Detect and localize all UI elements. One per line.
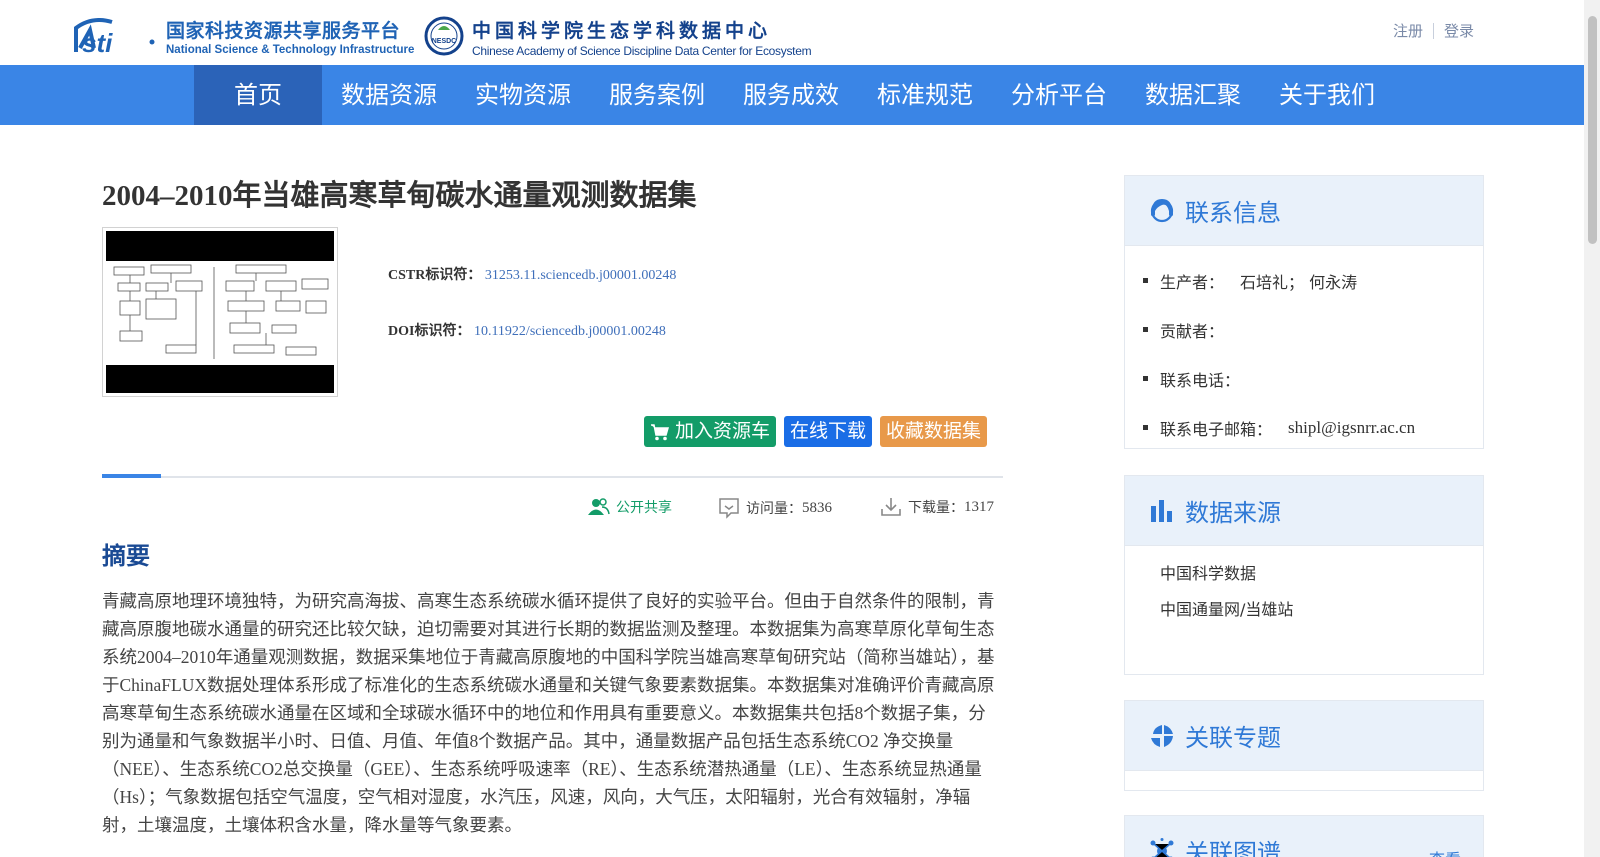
data-source-list: 中国科学数据 中国通量网/当雄站	[1125, 546, 1483, 628]
nsti-logo-mark-icon: sti	[74, 18, 155, 56]
open-share-status: 公开共享	[588, 497, 672, 517]
nsti-logo-subtitle: National Science & Technology Infrastruc…	[166, 44, 415, 56]
contributor-row: 贡献者：	[1143, 305, 1483, 354]
auth-divider	[1432, 22, 1434, 39]
email-row: 联系电子邮箱： shipl@igsnrr.ac.cn	[1143, 403, 1483, 452]
users-icon	[588, 498, 610, 515]
nsti-logo-title: 国家科技资源共享服务平台	[166, 20, 401, 42]
nav-item-service-results[interactable]: 服务成效	[724, 65, 858, 125]
abstract-text: 青藏高原地理环境独特，为研究高海拔、高寒生态系统碳水循环提供了良好的实验平台。但…	[102, 591, 995, 835]
dataset-thumbnail[interactable]	[102, 227, 338, 397]
online-download-button[interactable]: 在线下载	[784, 416, 873, 447]
bar-chart-icon	[1151, 499, 1172, 522]
add-to-cart-button[interactable]: 加入资源车	[644, 416, 777, 447]
topic-icon	[1151, 724, 1173, 747]
visit-count-value: 5836	[802, 499, 832, 516]
contact-info-header: 联系信息	[1125, 176, 1483, 246]
dataset-actions: 加入资源车 在线下载 收藏数据集	[644, 416, 988, 447]
download-count-value: 1317	[964, 498, 994, 515]
auth-links: 注册 登录	[1393, 20, 1474, 41]
nav-item-about-us[interactable]: 关于我们	[1260, 65, 1394, 125]
data-source-card: 数据来源 中国科学数据 中国通量网/当雄站	[1124, 475, 1484, 675]
scrollbar-thumb[interactable]	[1588, 16, 1597, 244]
email-value[interactable]: shipl@igsnrr.ac.cn	[1288, 418, 1415, 438]
data-source-item[interactable]: 中国通量网/当雄站	[1160, 592, 1483, 628]
login-link[interactable]: 登录	[1444, 20, 1474, 41]
nsti-logo[interactable]: sti 国家科技资源共享服务平台 National Science & Tech…	[72, 16, 415, 60]
nav-item-analysis-platform[interactable]: 分析平台	[992, 65, 1126, 125]
related-topic-title: 关联专题	[1185, 724, 1281, 752]
nav-item-physical-resources[interactable]: 实物资源	[456, 65, 590, 125]
knowledge-graph-card: 关联图谱 查看	[1124, 815, 1484, 857]
graph-network-icon	[1150, 837, 1174, 857]
related-topic-card: 关联专题	[1124, 700, 1484, 791]
nesdc-logo-title: 中国科学院生态学科数据中心	[472, 20, 772, 42]
producer-label: 生产者：	[1160, 272, 1225, 292]
cstr-label: CSTR标识符：	[388, 268, 482, 283]
cstr-identifier: CSTR标识符： 31253.11.sciencedb.j00001.00248	[388, 264, 676, 284]
phone-label: 联系电话：	[1160, 370, 1241, 390]
abstract-heading: 摘要	[102, 542, 150, 570]
add-to-cart-label: 加入资源车	[675, 420, 771, 442]
data-source-header: 数据来源	[1125, 476, 1483, 546]
email-label: 联系电子邮箱：	[1160, 419, 1273, 439]
nav-item-service-cases[interactable]: 服务案例	[590, 65, 724, 125]
nesdc-logo-subtitle: Chinese Academy of Science Discipline Da…	[472, 44, 812, 58]
customer-service-icon	[1150, 198, 1174, 222]
open-share-label: 公开共享	[616, 500, 672, 516]
cart-icon	[651, 423, 669, 440]
register-link[interactable]: 注册	[1393, 20, 1423, 41]
nesdc-logo[interactable]: NESDC 中国科学院生态学科数据中心 Chinese Academy of S…	[424, 14, 824, 60]
tab-underline	[102, 474, 1003, 478]
contact-info-card: 联系信息 生产者： 石培礼； 何永涛 贡献者： 联系电话： 联系电子邮箱： ship…	[1124, 175, 1484, 449]
doi-link[interactable]: 10.11922/sciencedb.j00001.00248	[474, 324, 666, 339]
download-icon	[881, 498, 901, 516]
producer-row: 生产者： 石培礼； 何永涛	[1143, 256, 1483, 305]
comment-icon	[719, 498, 739, 519]
view-graph-link[interactable]: 查看	[1429, 846, 1461, 857]
producer-value: 石培礼； 何永涛	[1240, 272, 1358, 292]
site-header: sti 国家科技资源共享服务平台 National Science & Tech…	[0, 0, 1584, 65]
nav-item-data-resources[interactable]: 数据资源	[322, 65, 456, 125]
active-tab-indicator	[102, 474, 161, 478]
knowledge-graph-header: 关联图谱 查看	[1125, 816, 1483, 857]
related-topic-header: 关联专题	[1125, 701, 1483, 771]
visit-count-label: 访问量：	[746, 501, 802, 517]
page-scrollbar[interactable]	[1584, 0, 1600, 857]
download-count: 下载量： 1317	[880, 497, 994, 517]
data-source-title: 数据来源	[1185, 499, 1281, 527]
flowchart-thumbnail-image	[106, 261, 334, 365]
knowledge-graph-title: 关联图谱	[1185, 839, 1281, 857]
nav-item-home[interactable]: 首页	[194, 65, 322, 125]
nav-item-standards[interactable]: 标准规范	[858, 65, 992, 125]
nesdc-seal-text: NESDC	[432, 38, 457, 45]
contact-info-title: 联系信息	[1185, 199, 1281, 227]
nav-item-data-aggregation[interactable]: 数据汇聚	[1126, 65, 1260, 125]
page-title: 2004–2010年当雄高寒草甸碳水通量观测数据集	[102, 180, 697, 212]
doi-identifier: DOI标识符： 10.11922/sciencedb.j00001.00248	[388, 320, 666, 340]
phone-row: 联系电话：	[1143, 354, 1483, 403]
visit-count: 访问量： 5836	[718, 497, 832, 519]
contributor-label: 贡献者：	[1160, 321, 1225, 341]
favorite-dataset-button[interactable]: 收藏数据集	[880, 416, 988, 447]
data-source-item[interactable]: 中国科学数据	[1160, 556, 1483, 592]
download-count-label: 下载量：	[908, 500, 964, 516]
doi-label: DOI标识符：	[388, 324, 471, 339]
main-nav: 首页 数据资源 实物资源 服务案例 服务成效 标准规范 分析平台 数据汇聚 关于…	[0, 65, 1584, 125]
cstr-link[interactable]: 31253.11.sciencedb.j00001.00248	[485, 268, 677, 283]
nesdc-seal-icon: NESDC	[424, 16, 464, 56]
